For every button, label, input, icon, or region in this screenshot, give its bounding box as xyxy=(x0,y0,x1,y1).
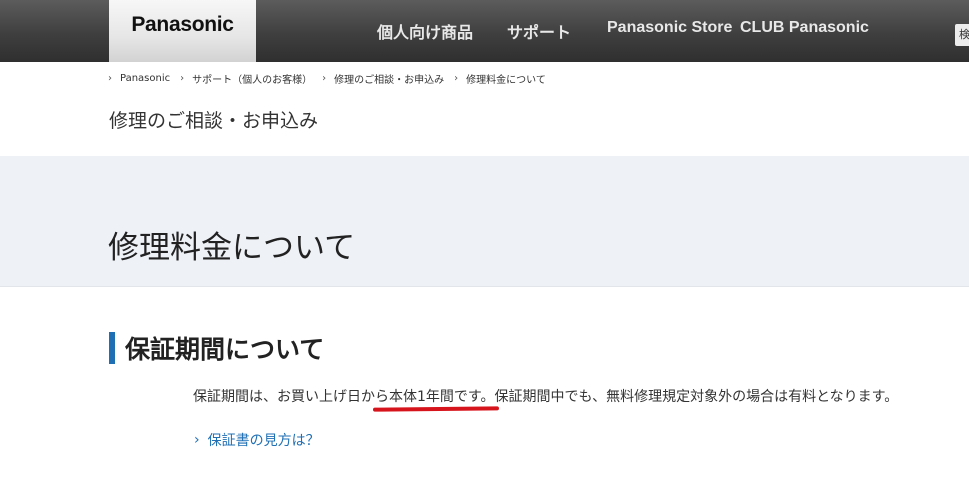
breadcrumb-link-support[interactable]: サポート（個人のお客様） xyxy=(192,71,312,86)
nav-personal-products[interactable]: 個人向け商品 xyxy=(377,19,473,43)
warranty-paragraph: 保証期間は、お買い上げ日から本体1年間です。 保証期間中でも、無料修理規定対象外の… xyxy=(193,386,899,412)
chevron-right-icon: › xyxy=(108,72,112,84)
breadcrumb-current: 修理料金について xyxy=(466,74,546,86)
section-title[interactable]: 修理のご相談・お申込み xyxy=(109,106,318,133)
chevron-right-icon: › xyxy=(180,72,185,84)
panasonic-logo[interactable]: Panasonic xyxy=(109,0,256,62)
nav-support[interactable]: サポート xyxy=(507,19,571,43)
breadcrumb-link-repair-consultation[interactable]: 修理のご相談・お申込み xyxy=(334,71,444,86)
warranty-card-guide-label: 保証書の見方は？ xyxy=(207,433,320,449)
breadcrumb-link-panasonic[interactable]: Panasonic xyxy=(120,73,170,84)
nav-club-panasonic[interactable]: CLUB Panasonic xyxy=(740,19,869,37)
breadcrumb-item: › 修理料金について xyxy=(454,71,546,86)
chevron-right-icon: › xyxy=(454,72,459,84)
chevron-right-icon: › xyxy=(194,432,200,448)
warranty-card-guide-link[interactable]: › 保証書の見方は？ xyxy=(194,430,320,450)
brand-logo-text: Panasonic xyxy=(131,13,234,36)
highlighted-phrase: ら本体1年間です。 xyxy=(372,389,499,412)
warranty-text-part2: 保証期間中でも、無料修理規定対象外の場合は有料となります。 xyxy=(494,389,899,405)
chevron-right-icon: › xyxy=(322,72,327,84)
nav-panasonic-store[interactable]: Panasonic Store xyxy=(607,19,732,37)
search-button[interactable]: 検 xyxy=(955,24,969,46)
red-underline-annotation xyxy=(372,406,499,412)
breadcrumb: › Panasonic › サポート（個人のお客様） › 修理のご相談・お申込み… xyxy=(108,70,556,86)
warranty-heading-text: 保証期間について xyxy=(125,335,325,364)
breadcrumb-item: › 修理のご相談・お申込み xyxy=(322,71,444,86)
warranty-heading: 保証期間について xyxy=(109,332,324,364)
warranty-text-part1: 保証期間は、お買い上げ日か xyxy=(193,389,375,405)
page-title-band: 修理料金について xyxy=(0,156,969,287)
breadcrumb-item: › Panasonic xyxy=(108,73,170,84)
warranty-text-highlight: ら本体1年間です。 xyxy=(375,389,495,405)
page-title: 修理料金について xyxy=(108,229,356,266)
global-header: Panasonic 個人向け商品 サポート Panasonic Store CL… xyxy=(0,0,969,62)
breadcrumb-item: › サポート（個人のお客様） xyxy=(180,71,312,86)
